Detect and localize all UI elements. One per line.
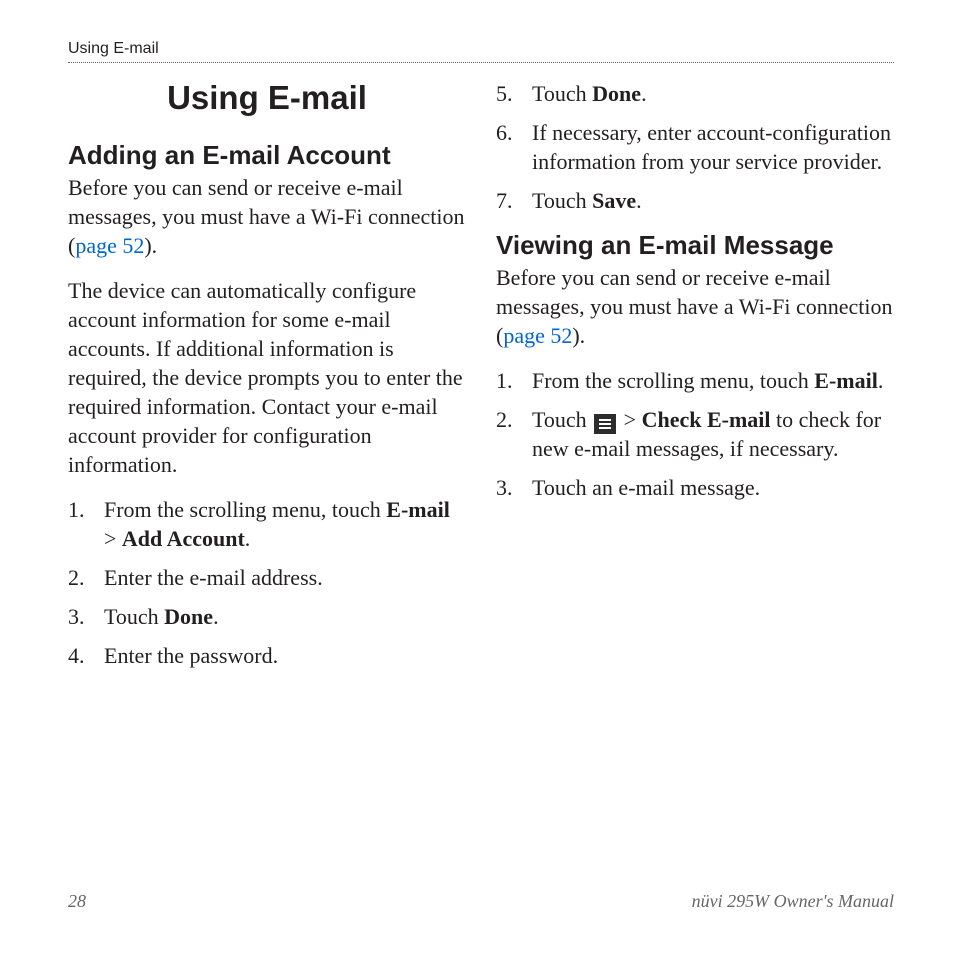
step-7: Touch Save. <box>496 186 894 215</box>
text: Touch <box>532 81 592 106</box>
section-adding-account: Adding an E-mail Account <box>68 141 466 171</box>
step-1: From the scrolling menu, touch E-mail. <box>496 366 894 395</box>
step-5: Touch Done. <box>496 79 894 108</box>
email-label: E-mail <box>814 368 878 393</box>
step-6: If necessary, enter account-configuratio… <box>496 118 894 176</box>
text: . <box>213 604 219 629</box>
check-email-label: Check E-mail <box>642 407 771 432</box>
step-2: Enter the e-mail address. <box>68 563 466 592</box>
intro-paragraph-2: The device can automatically configure a… <box>68 276 466 479</box>
menu-icon <box>594 414 616 434</box>
step-3: Touch an e-mail message. <box>496 473 894 502</box>
page-footer: 28 nüvi 295W Owner's Manual <box>68 891 894 912</box>
section-viewing-message: Viewing an E-mail Message <box>496 231 894 261</box>
viewing-message-steps: From the scrolling menu, touch E-mail. T… <box>496 366 894 502</box>
save-label: Save <box>592 188 636 213</box>
left-column: Using E-mail Adding an E-mail Account Be… <box>68 79 466 680</box>
text: > <box>618 407 641 432</box>
running-header: Using E-mail <box>68 40 894 58</box>
step-3: Touch Done. <box>68 602 466 631</box>
step-4: Enter the password. <box>68 641 466 670</box>
step-1: From the scrolling menu, touch E-mail > … <box>68 495 466 553</box>
text: . <box>245 526 251 551</box>
page-title: Using E-mail <box>68 79 466 117</box>
content-columns: Using E-mail Adding an E-mail Account Be… <box>68 79 894 680</box>
text: ). <box>144 233 157 258</box>
text: ). <box>572 323 585 348</box>
text: From the scrolling menu, touch <box>104 497 386 522</box>
text: Touch <box>104 604 164 629</box>
page-52-link[interactable]: page 52 <box>503 323 572 348</box>
manual-title: nüvi 295W Owner's Manual <box>692 891 894 912</box>
text: Touch <box>532 407 592 432</box>
viewing-intro: Before you can send or receive e-mail me… <box>496 263 894 350</box>
text: > <box>104 526 122 551</box>
step-2: Touch > Check E-mail to check for new e-… <box>496 405 894 463</box>
done-label: Done <box>592 81 641 106</box>
intro-paragraph-1: Before you can send or receive e-mail me… <box>68 173 466 260</box>
text: From the scrolling menu, touch <box>532 368 814 393</box>
text: . <box>878 368 884 393</box>
adding-account-steps: From the scrolling menu, touch E-mail > … <box>68 495 466 670</box>
done-label: Done <box>164 604 213 629</box>
page-number: 28 <box>68 891 86 912</box>
text: . <box>636 188 642 213</box>
text: . <box>641 81 647 106</box>
text: Touch <box>532 188 592 213</box>
header-divider <box>68 62 894 63</box>
email-label: E-mail <box>386 497 450 522</box>
right-column: Touch Done. If necessary, enter account-… <box>496 79 894 680</box>
add-account-label: Add Account <box>122 526 245 551</box>
page-52-link[interactable]: page 52 <box>75 233 144 258</box>
adding-account-steps-cont: Touch Done. If necessary, enter account-… <box>496 79 894 215</box>
